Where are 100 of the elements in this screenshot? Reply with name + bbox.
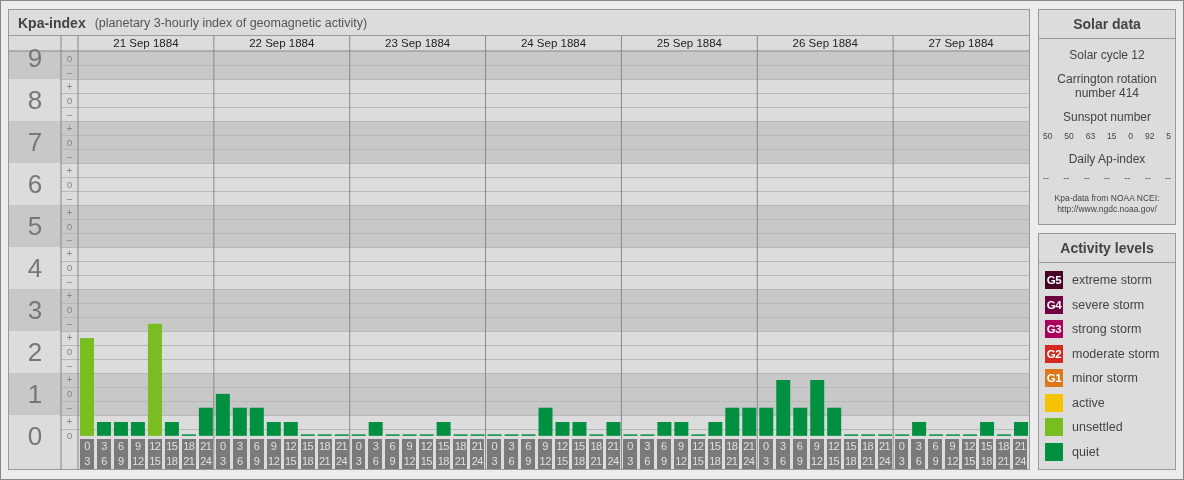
time-range-label: 3 6 xyxy=(639,438,654,469)
time-range-label: 15 18 xyxy=(436,438,451,469)
time-range-label: 9 12 xyxy=(945,438,960,469)
time-range-label: 3 6 xyxy=(232,438,247,469)
sunspot-value: 50 xyxy=(1064,131,1074,141)
sunspot-label: Sunspot number xyxy=(1062,110,1152,124)
level-badge: G1 xyxy=(1045,369,1063,388)
ap-index-value: -- xyxy=(1144,173,1151,183)
time-range-label: 15 18 xyxy=(707,438,722,469)
time-range-label: 6 9 xyxy=(113,438,128,469)
ap-index-value: -- xyxy=(1124,173,1131,183)
ap-index-value: -- xyxy=(1043,173,1049,183)
time-range-label: 12 15 xyxy=(826,438,841,469)
level-label: strong storm xyxy=(1072,322,1142,337)
time-range-label: 21 24 xyxy=(877,438,892,469)
y-minor-label: – xyxy=(66,108,73,120)
level-label: unsettled xyxy=(1072,420,1123,435)
y-minor-label: + xyxy=(66,80,73,92)
y-minor-label: o xyxy=(66,430,73,442)
level-label: quiet xyxy=(1072,444,1100,459)
time-range-label: 6 9 xyxy=(928,438,943,469)
time-range-label: 0 3 xyxy=(351,438,366,469)
time-range-label: 3 6 xyxy=(368,438,383,469)
sunspot-value: 15 xyxy=(1107,131,1117,141)
date-label: 22 Sep 1884 xyxy=(249,37,315,49)
time-range-label: 3 6 xyxy=(96,438,111,469)
y-axis-label: 3 xyxy=(27,294,43,325)
ap-index-value: -- xyxy=(1164,173,1171,183)
panel-title: Solar data xyxy=(1039,10,1175,39)
time-range-label: 9 12 xyxy=(402,438,417,469)
y-minor-label: – xyxy=(66,360,73,372)
time-range-label: 18 21 xyxy=(724,438,739,469)
y-minor-label: o xyxy=(66,178,73,190)
time-range-label: 6 9 xyxy=(385,438,400,469)
y-minor-label: + xyxy=(66,248,73,260)
time-range-label: 15 18 xyxy=(843,438,858,469)
time-range-label: 6 9 xyxy=(792,438,807,469)
y-axis-label: 7 xyxy=(27,127,43,158)
y-axis-label: 0 xyxy=(27,420,43,451)
time-range-label: 9 12 xyxy=(538,438,553,469)
y-axis-label: 9 xyxy=(27,43,43,74)
level-label: extreme storm xyxy=(1072,273,1152,288)
time-range-label: 3 6 xyxy=(775,438,790,469)
time-range-label: 21 24 xyxy=(1013,438,1028,469)
y-minor-label: + xyxy=(66,332,73,344)
sunspot-value: 5 xyxy=(1166,131,1171,141)
y-axis-label: 8 xyxy=(27,85,43,116)
y-minor-label: + xyxy=(66,206,73,218)
time-range-label: 6 9 xyxy=(656,438,671,469)
y-minor-label: – xyxy=(66,318,73,330)
y-minor-label: – xyxy=(66,234,73,246)
time-range-label: 18 21 xyxy=(589,438,604,469)
level-label: severe storm xyxy=(1072,297,1145,312)
y-minor-label: + xyxy=(66,290,73,302)
level-badge: G4 xyxy=(1045,295,1063,314)
time-range-label: 21 24 xyxy=(470,438,485,469)
time-range-label: 12 15 xyxy=(555,438,570,469)
time-range-label: 12 15 xyxy=(962,438,977,469)
sunspot-value: 0 xyxy=(1128,131,1134,141)
time-range-label: 21 24 xyxy=(334,438,349,469)
y-minor-label: – xyxy=(66,192,73,204)
time-range-label: 21 24 xyxy=(198,438,213,469)
date-label: 25 Sep 1884 xyxy=(656,37,722,49)
y-minor-label: – xyxy=(66,276,73,288)
level-badge: G2 xyxy=(1045,344,1063,363)
y-minor-label: o xyxy=(66,262,73,274)
y-minor-label: + xyxy=(66,122,73,134)
time-range-label: 15 18 xyxy=(164,438,179,469)
time-range-label: 0 3 xyxy=(215,438,230,469)
time-range-label: 9 12 xyxy=(266,438,281,469)
y-axis-label: 2 xyxy=(27,336,43,367)
y-axis-label: 6 xyxy=(27,169,43,200)
y-minor-label: – xyxy=(66,402,73,414)
time-range-label: 21 24 xyxy=(741,438,756,469)
ap-index-label: Daily Ap-index xyxy=(1068,152,1146,166)
panel-title: Activity levels xyxy=(1039,234,1175,263)
level-badge: G3 xyxy=(1045,320,1063,339)
time-range-label: 9 12 xyxy=(673,438,688,469)
time-range-label: 18 21 xyxy=(860,438,875,469)
time-range-label: 3 6 xyxy=(504,438,519,469)
time-range-label: 12 15 xyxy=(147,438,162,469)
time-range-label: 0 3 xyxy=(894,438,909,469)
y-minor-label: o xyxy=(66,346,73,358)
time-range-label: 15 18 xyxy=(572,438,587,469)
ap-index-value: -- xyxy=(1083,173,1090,183)
y-minor-label: + xyxy=(66,164,73,176)
date-label: 24 Sep 1884 xyxy=(520,37,587,49)
y-axis-label: 5 xyxy=(27,211,43,241)
time-range-label: 3 6 xyxy=(911,438,926,469)
time-range-label: 0 3 xyxy=(758,438,773,469)
chart-title: Kpa-index xyxy=(18,14,86,31)
chart-subtitle: (planetary 3-hourly index of geomagnetic activity) xyxy=(94,15,368,30)
time-range-label: 15 18 xyxy=(979,438,994,469)
level-badge: G5 xyxy=(1045,271,1063,290)
time-range-label: 12 15 xyxy=(419,438,434,469)
time-range-label: 18 21 xyxy=(181,438,196,469)
date-label: 21 Sep 1884 xyxy=(113,37,179,49)
time-range-label: 9 12 xyxy=(130,438,145,469)
time-range-label: 12 15 xyxy=(283,438,298,469)
level-label: active xyxy=(1072,395,1105,410)
